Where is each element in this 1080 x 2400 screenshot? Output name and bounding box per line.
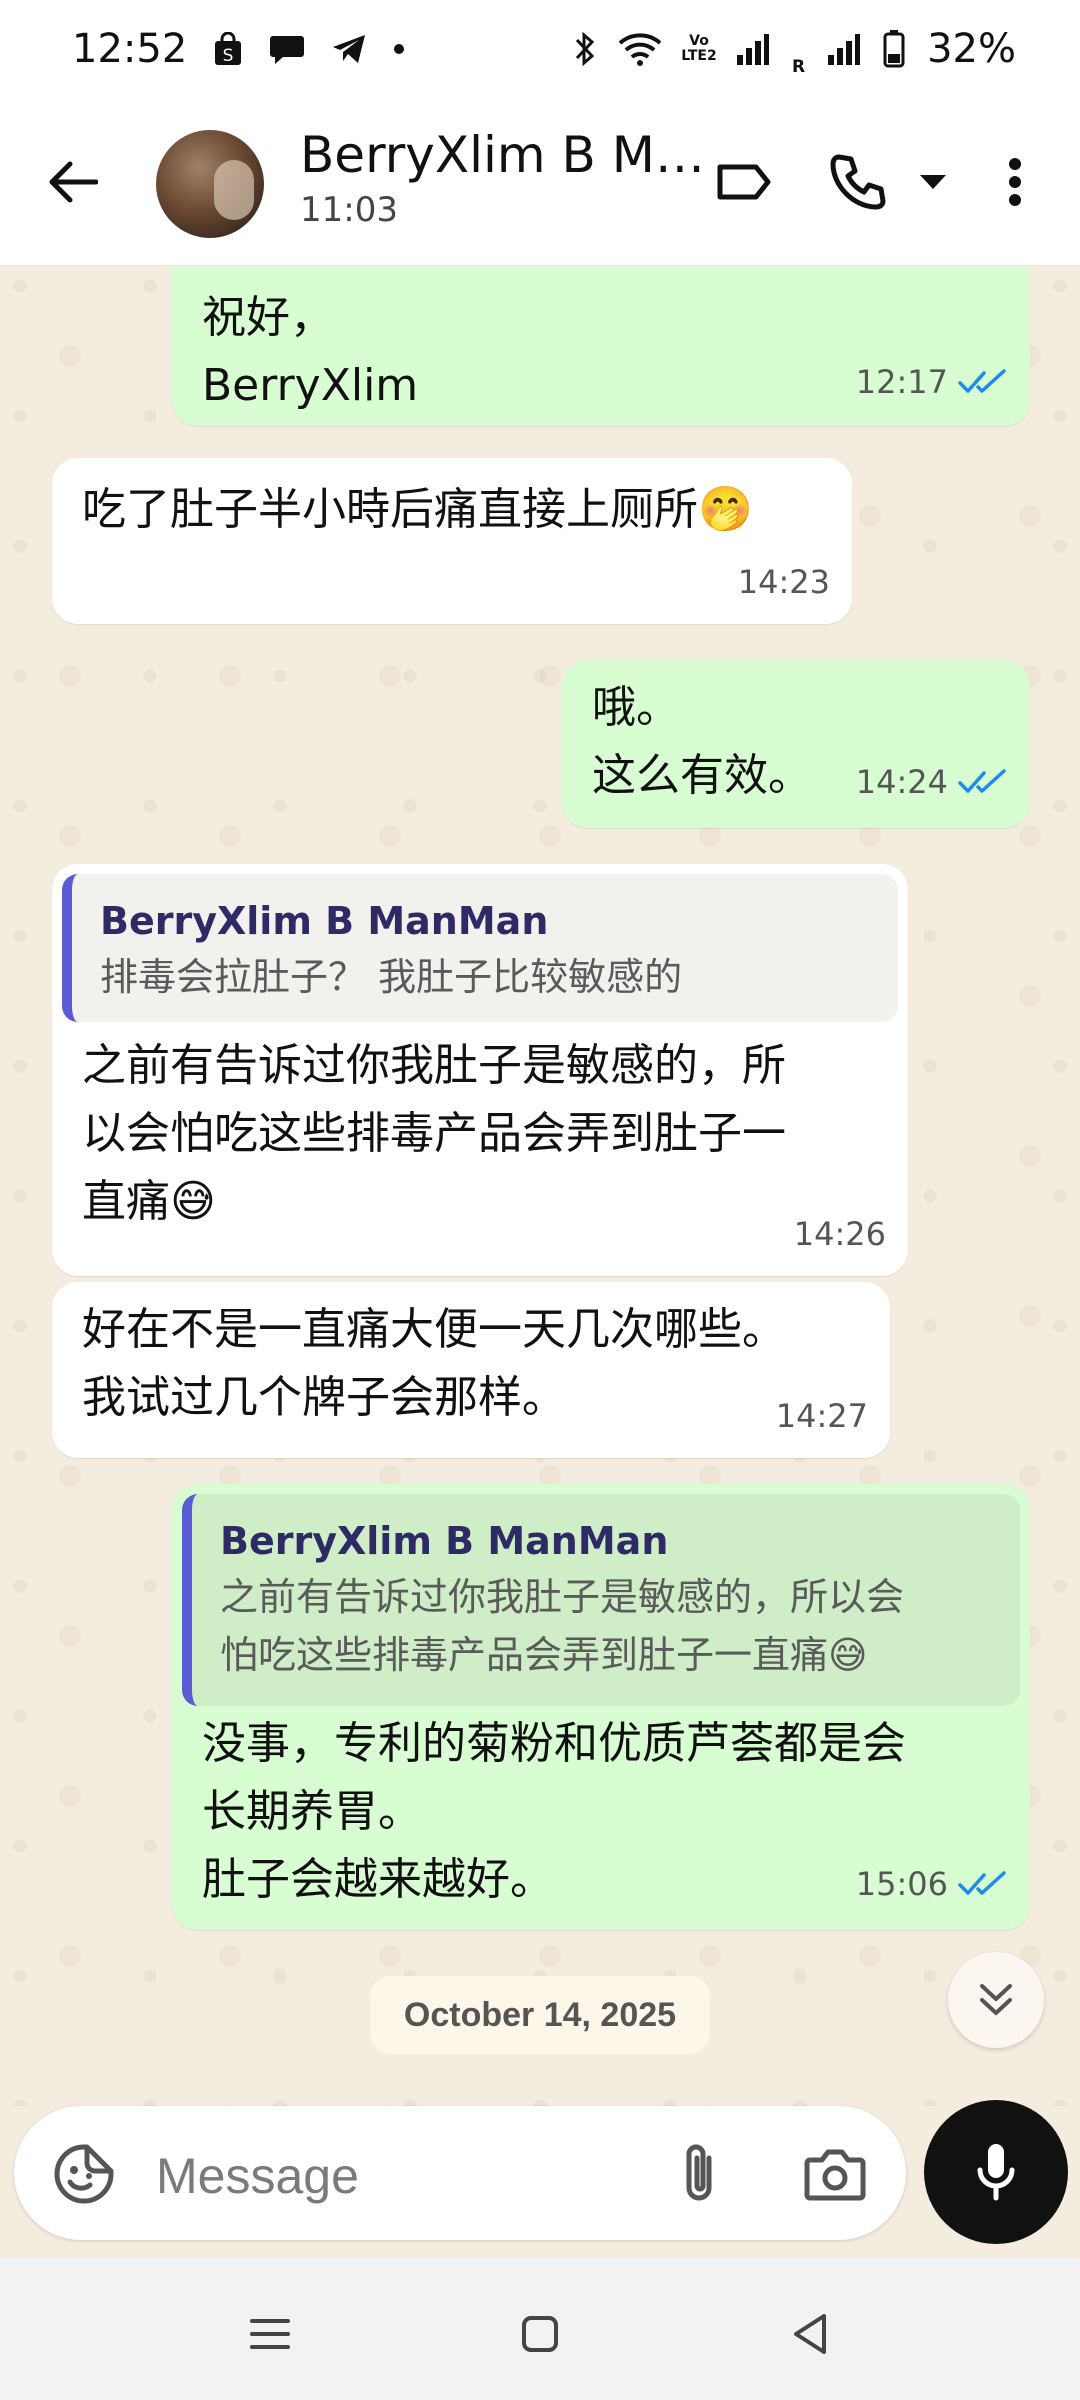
signal-icon-2	[827, 33, 861, 65]
shopping-bag-icon: S	[213, 32, 243, 66]
message-input[interactable]	[154, 2140, 618, 2212]
roaming-label: R	[792, 57, 806, 77]
message-time: 14:27	[775, 1397, 868, 1435]
chat-area[interactable]: 祝好， BerryXlim 12:17 吃了肚子半小時后痛直接上厕所🤭 14:2…	[0, 266, 1080, 2106]
chat-bubble-icon	[269, 33, 305, 65]
message-meta: 14:27	[776, 1382, 868, 1450]
message-meta: 15:06	[856, 1850, 1008, 1918]
volte-label: Vo LTE2	[681, 33, 717, 64]
signal-icon	[736, 33, 770, 65]
double-chevron-down-icon	[980, 1984, 1012, 2015]
dot-icon	[393, 43, 405, 55]
more-options-button[interactable]	[990, 148, 1040, 216]
message-composer	[14, 2106, 906, 2240]
back-arrow-icon	[49, 161, 98, 203]
double-check-icon	[958, 369, 1006, 393]
message-line: 我试过几个牌子会那样。	[82, 1372, 566, 1423]
message-time: 14:26	[793, 1215, 886, 1253]
message-time: 14:23	[737, 563, 830, 601]
message-meta: 14:23	[738, 548, 830, 616]
message-outgoing-reply[interactable]: BerryXlim B ManMan 之前有告诉过你我肚子是敏感的，所以会 怕吃…	[172, 1484, 1030, 1930]
quoted-author: BerryXlim B ManMan	[100, 899, 549, 943]
sticker-icon	[54, 2144, 114, 2204]
message-time: 14:24	[855, 763, 948, 801]
message-incoming[interactable]: 吃了肚子半小時后痛直接上厕所🤭 14:23	[52, 458, 852, 624]
message-incoming[interactable]: 好在不是一直痛大便一天几次哪些。 我试过几个牌子会那样。 14:27	[52, 1282, 890, 1458]
call-dropdown-button[interactable]	[912, 164, 954, 200]
quoted-message[interactable]: BerryXlim B ManMan 之前有告诉过你我肚子是敏感的，所以会 怕吃…	[182, 1494, 1020, 1706]
message-line: 吃了肚子半小時后痛直接上厕所🤭	[82, 484, 753, 535]
dropdown-icon	[920, 175, 946, 189]
quoted-text: 排毒会拉肚子？ 我肚子比较敏感的	[100, 955, 683, 999]
message-line: 祝好，	[202, 292, 334, 343]
system-nav-bar	[0, 2258, 1080, 2400]
system-back-button[interactable]	[774, 2298, 846, 2370]
message-line: 没事，专利的菊粉和优质芦荟都是会	[202, 1718, 906, 1769]
message-meta: 12:17	[856, 348, 1008, 416]
label-icon	[717, 164, 771, 200]
telegram-icon	[331, 33, 367, 65]
voice-record-button[interactable]	[924, 2100, 1068, 2244]
bluetooth-icon	[574, 31, 596, 67]
message-line: 哦。	[592, 682, 680, 733]
status-left: 12:52 S	[72, 26, 405, 72]
message-time: 12:17	[855, 363, 948, 401]
chat-header: BerryXlim B M… 11:03	[0, 98, 1080, 266]
chat-subtitle: 11:03	[300, 190, 398, 230]
camera-icon	[804, 2149, 866, 2201]
back-icon	[794, 2314, 826, 2354]
message-line: 好在不是一直痛大便一天几次哪些。	[82, 1304, 786, 1355]
svg-text:S: S	[223, 46, 234, 66]
sticker-button[interactable]	[50, 2140, 118, 2208]
message-line: 以会怕吃这些排毒产品会弄到肚子一	[82, 1108, 786, 1159]
message-outgoing[interactable]: 哦。 这么有效。 14:24	[562, 660, 1030, 828]
phone-icon	[830, 154, 886, 210]
message-time: 15:06	[855, 1865, 948, 1903]
recents-icon	[250, 2319, 290, 2349]
chat-title: BerryXlim B M…	[300, 126, 700, 184]
status-time: 12:52	[72, 26, 188, 72]
home-icon	[522, 2316, 558, 2352]
call-button[interactable]	[824, 148, 892, 216]
avatar[interactable]	[156, 130, 264, 238]
quoted-text-line: 之前有告诉过你我肚子是敏感的，所以会	[220, 1575, 905, 1619]
message-meta: 14:24	[856, 748, 1008, 816]
more-icon	[1009, 158, 1021, 206]
chat-title-block[interactable]: BerryXlim B M… 11:03	[300, 126, 700, 230]
message-meta: 14:26	[794, 1200, 886, 1268]
date-divider: October 14, 2025	[370, 1976, 710, 2054]
quoted-author: BerryXlim B ManMan	[220, 1519, 669, 1563]
back-button[interactable]	[40, 150, 104, 214]
message-incoming-reply[interactable]: BerryXlim B ManMan 排毒会拉肚子？ 我肚子比较敏感的 之前有告…	[52, 864, 908, 1276]
scroll-to-bottom-button[interactable]	[948, 1952, 1044, 2048]
status-bar: 12:52 S Vo LTE2 R 32%	[0, 0, 1080, 98]
message-line: 长期养胃。	[202, 1786, 422, 1837]
message-line: 直痛😅	[82, 1176, 216, 1227]
double-check-icon	[958, 769, 1006, 793]
label-button[interactable]	[712, 150, 776, 214]
message-body: 之前有告诉过你我肚子是敏感的，所 以会怕吃这些排毒产品会弄到肚子一 直痛😅	[82, 1032, 888, 1236]
message-outgoing[interactable]: 祝好， BerryXlim 12:17	[172, 266, 1030, 426]
double-check-icon	[958, 1871, 1006, 1895]
wifi-icon	[618, 32, 662, 66]
quoted-text-line: 怕吃这些排毒产品会弄到肚子一直痛😅	[220, 1633, 868, 1677]
battery-icon	[883, 30, 905, 68]
attach-icon	[686, 2144, 712, 2201]
camera-button[interactable]	[800, 2140, 870, 2210]
home-button[interactable]	[504, 2298, 576, 2370]
recents-button[interactable]	[234, 2298, 306, 2370]
status-right: Vo LTE2 R 32%	[574, 26, 1016, 76]
battery-percent: 32%	[927, 26, 1016, 72]
attach-button[interactable]	[664, 2138, 734, 2208]
quoted-message[interactable]: BerryXlim B ManMan 排毒会拉肚子？ 我肚子比较敏感的	[62, 874, 898, 1022]
message-line: 之前有告诉过你我肚子是敏感的，所	[82, 1040, 786, 1091]
mic-icon	[977, 2144, 1015, 2201]
